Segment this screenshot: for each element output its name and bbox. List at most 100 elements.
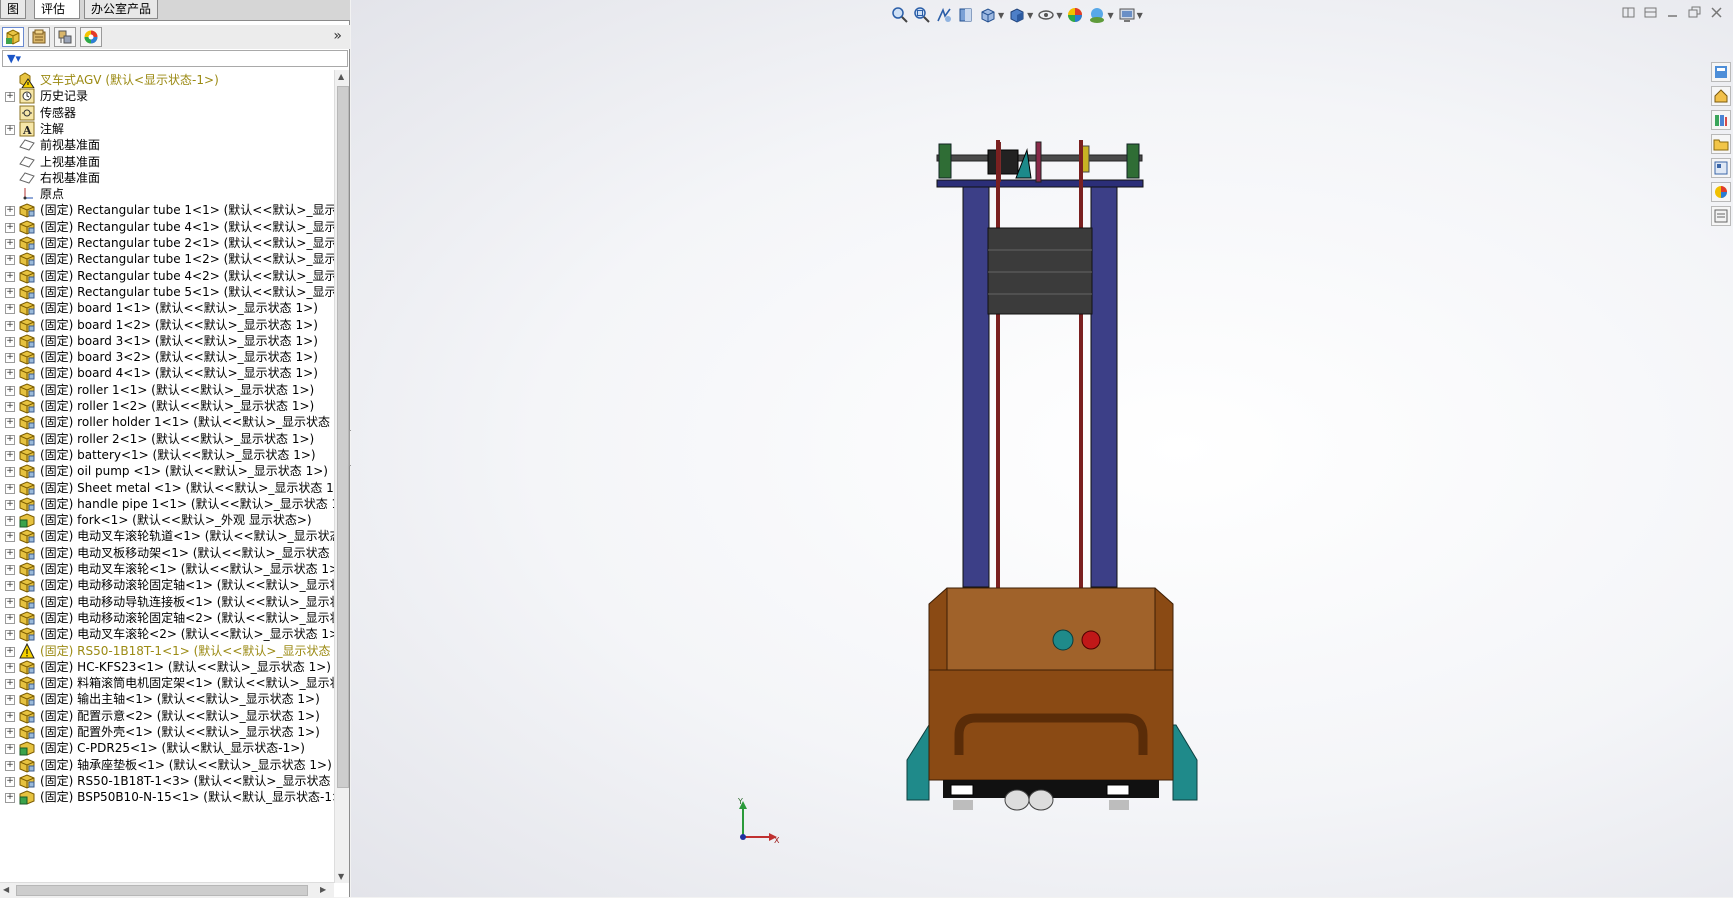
part-icon [19, 398, 35, 414]
expand-toggle-icon[interactable]: + [5, 222, 15, 233]
expand-toggle-icon[interactable]: + [5, 630, 15, 641]
view-palette-icon[interactable] [1711, 158, 1731, 178]
expand-toggle-icon[interactable]: + [5, 548, 15, 559]
triad-y-label: Y [737, 797, 743, 806]
expand-toggle-icon[interactable]: + [5, 695, 15, 706]
appearances-icon[interactable] [1711, 182, 1731, 202]
triad-origin [740, 834, 746, 840]
expand-toggle-icon[interactable]: + [5, 581, 15, 592]
subassembly-icon [19, 789, 35, 805]
expand-toggle-icon[interactable]: + [5, 467, 15, 478]
expand-toggle-icon[interactable]: + [5, 613, 15, 624]
tree-horizontal-scrollbar[interactable]: ◀ ▶ [0, 882, 334, 898]
tree-item-label: (固定) fork<1> (默认<<默认>_外观 显示状态>) [40, 513, 312, 528]
tree-vertical-scrollbar[interactable]: ▲ ▼ [334, 70, 349, 883]
part-icon [19, 235, 35, 251]
expand-toggle-icon[interactable]: + [5, 255, 15, 266]
tab-evaluate[interactable]: 评估 [34, 0, 80, 19]
tree-item-label: (固定) 电动叉板移动架<1> (默认<<默认>_显示状态 1 [40, 545, 334, 560]
expand-toggle-icon[interactable]: + [5, 516, 15, 527]
housing-top-panel [946, 587, 1156, 671]
expand-toggle-icon[interactable]: + [5, 353, 15, 364]
tree-item-label: 传感器 [40, 105, 77, 120]
expand-toggle-icon[interactable]: + [5, 92, 15, 103]
sprocket-left [1035, 141, 1042, 183]
part-icon [19, 708, 35, 724]
graphics-viewport[interactable]: ▼ ▼ ▼ ▼ ▼ Y X [351, 0, 1733, 897]
expand-toggle-icon[interactable]: + [5, 483, 15, 494]
tree-item-label: (固定) HC-KFS23<1> (默认<<默认>_显示状态 1>) [40, 659, 331, 674]
tab-office-products[interactable]: 办公室产品 [84, 0, 158, 19]
expand-toggle-icon[interactable]: + [5, 434, 15, 445]
part-icon [19, 284, 35, 300]
expand-toggle-icon[interactable]: + [5, 271, 15, 282]
expand-toggle-icon[interactable]: + [5, 239, 15, 249]
file-explorer-icon[interactable] [1711, 134, 1731, 154]
expand-toggle-icon[interactable]: + [5, 597, 15, 608]
expand-toggle-icon[interactable]: + [5, 450, 15, 461]
tree-item-label: (固定) Sheet metal <1> (默认<<默认>_显示状态 1>) [40, 480, 334, 495]
scroll-down-icon[interactable]: ▼ [338, 872, 344, 881]
assembly-warning-icon [19, 72, 35, 89]
expand-toggle-icon[interactable]: + [5, 206, 15, 217]
agv-forklift-model[interactable] [351, 0, 1733, 897]
expand-panel-button[interactable]: » [333, 28, 342, 44]
configuration-manager-icon[interactable] [54, 27, 76, 47]
expand-toggle-icon[interactable]: + [5, 287, 15, 298]
scroll-thumb-horizontal[interactable] [16, 885, 308, 896]
expand-toggle-icon[interactable]: + [5, 679, 15, 690]
expand-toggle-icon[interactable]: + [5, 711, 15, 722]
part-warning-icon [19, 642, 35, 659]
scroll-up-icon[interactable]: ▲ [338, 72, 344, 81]
expand-toggle-icon[interactable]: + [5, 760, 15, 771]
expand-toggle-icon[interactable]: + [5, 499, 15, 510]
command-manager-tabs: 图 评估 办公室产品 [0, 0, 350, 21]
expand-toggle-icon[interactable]: + [5, 565, 15, 575]
expand-toggle-icon[interactable]: + [5, 369, 15, 380]
expand-toggle-icon[interactable]: + [5, 336, 15, 347]
scroll-left-icon[interactable]: ◀ [3, 885, 9, 894]
tree-item-label: (固定) Rectangular tube 4<1> (默认<<默认>_显示状 [40, 219, 334, 234]
expand-toggle-icon[interactable]: + [5, 385, 15, 396]
tree-item-label: 叉车式AGV (默认<显示状态-1>) [40, 73, 219, 87]
expand-toggle-icon[interactable]: + [5, 320, 15, 331]
feature-filter-input[interactable]: ▼▾ [2, 50, 348, 67]
expand-toggle-icon[interactable]: + [5, 124, 15, 135]
tree-item-label: (固定) Rectangular tube 4<2> (默认<<默认>_显示状 [40, 268, 334, 283]
expand-toggle-icon[interactable]: + [5, 304, 15, 315]
expand-toggle-icon[interactable]: + [5, 728, 15, 738]
tree-item-label: (固定) 电动移动滚轮固定轴<1> (默认<<默认>_显示状 [40, 578, 334, 593]
tree-item-label: (固定) 电动移动导轨连接板<1> (默认<<默认>_显示状 [40, 594, 334, 609]
triad-x-label: X [774, 836, 780, 845]
scroll-thumb[interactable] [337, 86, 349, 788]
tab-view[interactable]: 图 [0, 0, 26, 19]
expand-toggle-icon[interactable]: + [5, 418, 15, 429]
custom-properties-icon[interactable] [1711, 206, 1731, 226]
tree-item-label: (固定) Rectangular tube 2<1> (默认<<默认>_显示状 [40, 236, 334, 250]
expand-toggle-icon[interactable]: + [5, 646, 15, 657]
expand-toggle-icon[interactable]: + [5, 744, 15, 755]
expand-toggle-icon[interactable]: + [5, 402, 15, 412]
tree-item-label: (固定) Rectangular tube 1<2> (默认<<默认>_显示状 [40, 252, 334, 267]
expand-toggle-icon[interactable]: + [5, 793, 15, 804]
tree-item-label: 历史记录 [40, 89, 89, 104]
home-icon[interactable] [1711, 86, 1731, 106]
expand-toggle-icon[interactable]: + [5, 776, 15, 787]
part-icon [19, 528, 35, 544]
design-library-icon[interactable] [1711, 110, 1731, 130]
reference-triad: Y X [737, 797, 780, 845]
part-icon [19, 382, 35, 398]
expand-toggle-icon[interactable]: + [5, 532, 15, 543]
expand-toggle-icon[interactable]: + [5, 662, 15, 673]
annotation-icon: A [19, 121, 35, 137]
task-pane-tabs [1709, 58, 1733, 228]
solidworks-resources-icon[interactable] [1711, 62, 1731, 82]
svg-text:A: A [22, 124, 32, 137]
part-icon [19, 691, 35, 707]
tree-item-label: (固定) BSP50B10-N-15<1> (默认<默认_显示状态-1>) [40, 790, 334, 805]
feature-manager-icon[interactable] [2, 27, 24, 47]
scroll-right-icon[interactable]: ▶ [320, 885, 326, 894]
part-icon [19, 757, 35, 773]
display-manager-icon[interactable] [80, 27, 102, 47]
property-manager-icon[interactable] [28, 27, 50, 47]
